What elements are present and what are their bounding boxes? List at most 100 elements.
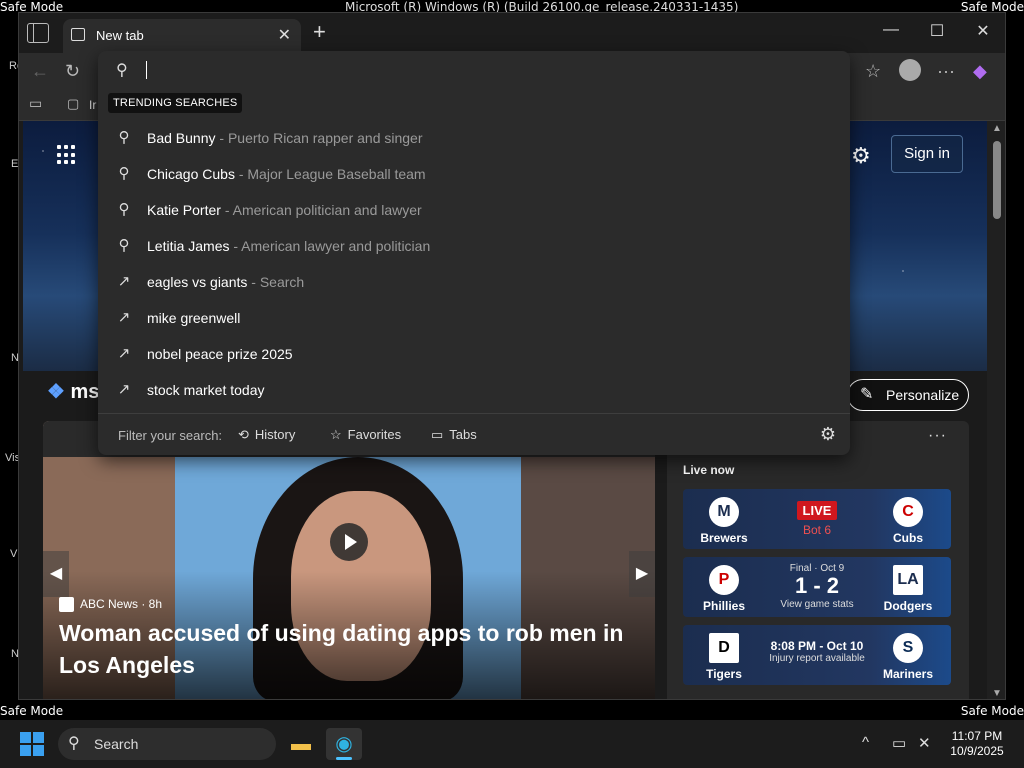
suggestion-item[interactable]: ⚲ Bad Bunny - Puerto Rican rapper and sin… xyxy=(98,120,850,156)
edge-taskbar-icon[interactable]: ◉ xyxy=(326,728,362,760)
system-clock[interactable]: 11:07 PM 10/9/2025 xyxy=(942,729,1012,759)
maximize-icon[interactable]: ☐ xyxy=(922,21,952,41)
favorites-star-icon: ☆ xyxy=(330,427,342,442)
safe-mode-label: Safe Mode xyxy=(960,704,1024,718)
personalize-icon: ✎ xyxy=(860,386,874,403)
suggestion-item[interactable]: ⚲ Katie Porter - American politician and … xyxy=(98,192,850,228)
desktop-icon-label[interactable]: V xyxy=(10,548,17,560)
dodgers-logo-icon: LA xyxy=(893,565,923,595)
trending-searches-label: TRENDING SEARCHES xyxy=(108,93,243,113)
news-headline[interactable]: Woman accused of using dating apps to ro… xyxy=(59,617,639,681)
newtab-favicon-icon xyxy=(71,28,85,41)
favorites-star-icon[interactable]: ☆ xyxy=(865,61,881,82)
sign-in-button[interactable]: Sign in xyxy=(891,135,963,173)
more-options-icon[interactable]: ··· xyxy=(928,427,947,445)
search-icon: ⚲ xyxy=(118,129,130,146)
favorites-folder-icon[interactable]: ▢ xyxy=(67,96,79,112)
trending-icon: ↗ xyxy=(117,381,131,398)
butterfly-icon: ❖ xyxy=(47,381,65,403)
abc-news-icon xyxy=(59,597,74,613)
search-icon: ⚲ xyxy=(68,735,80,752)
cubs-logo-icon: C xyxy=(893,497,923,527)
address-bar-dropdown: ⚲ TRENDING SEARCHES ⚲ Bad Bunny - Puerto … xyxy=(98,51,850,455)
text-cursor xyxy=(146,61,147,79)
live-badge: LIVE xyxy=(796,501,838,520)
suggestion-item[interactable]: ↗ stock market today xyxy=(98,372,850,408)
close-window-icon[interactable]: ✕ xyxy=(968,21,998,41)
windows-start-icon[interactable] xyxy=(20,732,44,756)
game-status: LIVE Bot 6 xyxy=(763,489,871,537)
search-settings-gear-icon[interactable]: ⚙ xyxy=(820,424,836,445)
sports-card: ··· Live now M Brewers LIVE Bot 6 C Cubs PP… xyxy=(667,421,969,699)
copilot-icon[interactable]: ◆ xyxy=(973,61,987,82)
suggestion-item[interactable]: ↗ mike greenwell xyxy=(98,300,850,336)
filter-tabs-button[interactable]: ▭ Tabs xyxy=(431,427,477,443)
suggestion-item[interactable]: ↗ nobel peace prize 2025 xyxy=(98,336,850,372)
tab-title: New tab xyxy=(96,28,144,43)
profile-avatar-icon[interactable] xyxy=(899,59,921,81)
game-status: 8:08 PM - Oct 10 Injury report available xyxy=(769,639,865,664)
suggestion-item[interactable]: ⚲ Letitia James - American lawyer and pol… xyxy=(98,228,850,264)
back-icon[interactable]: ← xyxy=(31,61,49,82)
tabs-icon: ▭ xyxy=(431,427,444,442)
trending-icon: ↗ xyxy=(117,309,131,326)
team-away: LA Dodgers xyxy=(873,557,943,613)
scroll-up-icon[interactable]: ▲ xyxy=(992,123,1002,134)
page-scrollbar[interactable]: ▲ ▼ xyxy=(987,121,1005,699)
tab-new-tab[interactable]: New tab ✕ xyxy=(63,19,301,53)
game-row[interactable]: P Phillies Final · Oct 91 - 2 View game st… xyxy=(683,557,951,617)
show-hidden-icons-chevron-icon[interactable]: ^ xyxy=(862,734,869,751)
taskbar-search-box[interactable]: ⚲ Search xyxy=(58,728,276,760)
tigers-logo-icon: D xyxy=(709,633,739,663)
taskbar: ⚲ Search ▬ ◉ ^ ▭ ✕ 11:07 PM 10/9/2025 xyxy=(0,720,1024,768)
team-away: C Cubs xyxy=(873,489,943,545)
msn-logo[interactable]: ❖ ms xyxy=(47,379,99,404)
scroll-down-icon[interactable]: ▼ xyxy=(992,688,1002,699)
personalize-button[interactable]: ✎ Personalize xyxy=(847,379,969,411)
game-status: Final · Oct 91 - 2 View game stats xyxy=(780,563,854,610)
filter-label: Filter your search: xyxy=(118,428,223,443)
tab-strip: New tab ✕ + — ☐ ✕ xyxy=(19,13,1005,53)
minimize-icon[interactable]: — xyxy=(876,21,906,39)
trending-icon: ↗ xyxy=(117,345,131,362)
search-icon: ⚲ xyxy=(118,237,130,254)
carousel-next-icon[interactable]: ▶ xyxy=(629,551,655,597)
safe-mode-label: Safe Mode xyxy=(0,704,64,718)
trending-icon: ↗ xyxy=(117,273,131,290)
filter-favorites-button[interactable]: ☆ Favorites xyxy=(330,427,401,443)
game-row[interactable]: D Tigers 8:08 PM - Oct 10 Injury report av… xyxy=(683,625,951,685)
suggestion-item[interactable]: ↗ eagles vs giants - Search xyxy=(98,264,850,300)
brewers-logo-icon: M xyxy=(709,497,739,527)
suggestion-item[interactable]: ⚲ Chicago Cubs - Major League Baseball te… xyxy=(98,156,850,192)
hero-news-card[interactable]: ◀ ▶ ABC News · 8h Woman accused of using… xyxy=(43,421,655,699)
carousel-prev-icon[interactable]: ◀ xyxy=(43,551,69,597)
tab-actions-icon[interactable] xyxy=(27,23,49,43)
play-icon[interactable] xyxy=(330,523,368,561)
network-icon[interactable]: ▭ xyxy=(892,734,906,752)
close-tab-icon[interactable]: ✕ xyxy=(278,25,291,45)
volume-muted-icon[interactable]: ✕ xyxy=(918,734,931,752)
apps-grid-icon[interactable] xyxy=(57,145,77,165)
filter-history-button[interactable]: ⟲ History xyxy=(238,427,295,443)
favorites-app-icon[interactable]: ▭ xyxy=(29,95,42,112)
team-home: P Phillies xyxy=(689,557,759,613)
history-icon: ⟲ xyxy=(238,427,249,442)
team-away: S Mariners xyxy=(873,625,943,681)
new-tab-plus-icon[interactable]: + xyxy=(313,19,326,45)
phillies-logo-icon: P xyxy=(709,565,739,595)
game-row[interactable]: M Brewers LIVE Bot 6 C Cubs xyxy=(683,489,951,549)
file-explorer-icon[interactable]: ▬ xyxy=(283,728,319,760)
news-source[interactable]: ABC News · 8h xyxy=(59,597,162,613)
search-icon: ⚲ xyxy=(116,62,128,79)
address-search-row: ⚲ xyxy=(98,51,850,89)
refresh-icon[interactable]: ↻ xyxy=(65,61,80,82)
address-bar-input[interactable] xyxy=(144,57,824,83)
live-now-label: Live now xyxy=(683,463,735,477)
search-icon: ⚲ xyxy=(118,165,130,182)
more-menu-icon[interactable]: ··· xyxy=(937,61,955,82)
team-home: M Brewers xyxy=(689,489,759,545)
search-icon: ⚲ xyxy=(118,201,130,218)
scroll-thumb[interactable] xyxy=(993,141,1001,219)
favorites-item-label[interactable]: Ir xyxy=(89,98,96,112)
settings-gear-icon[interactable]: ⚙ xyxy=(851,143,871,169)
